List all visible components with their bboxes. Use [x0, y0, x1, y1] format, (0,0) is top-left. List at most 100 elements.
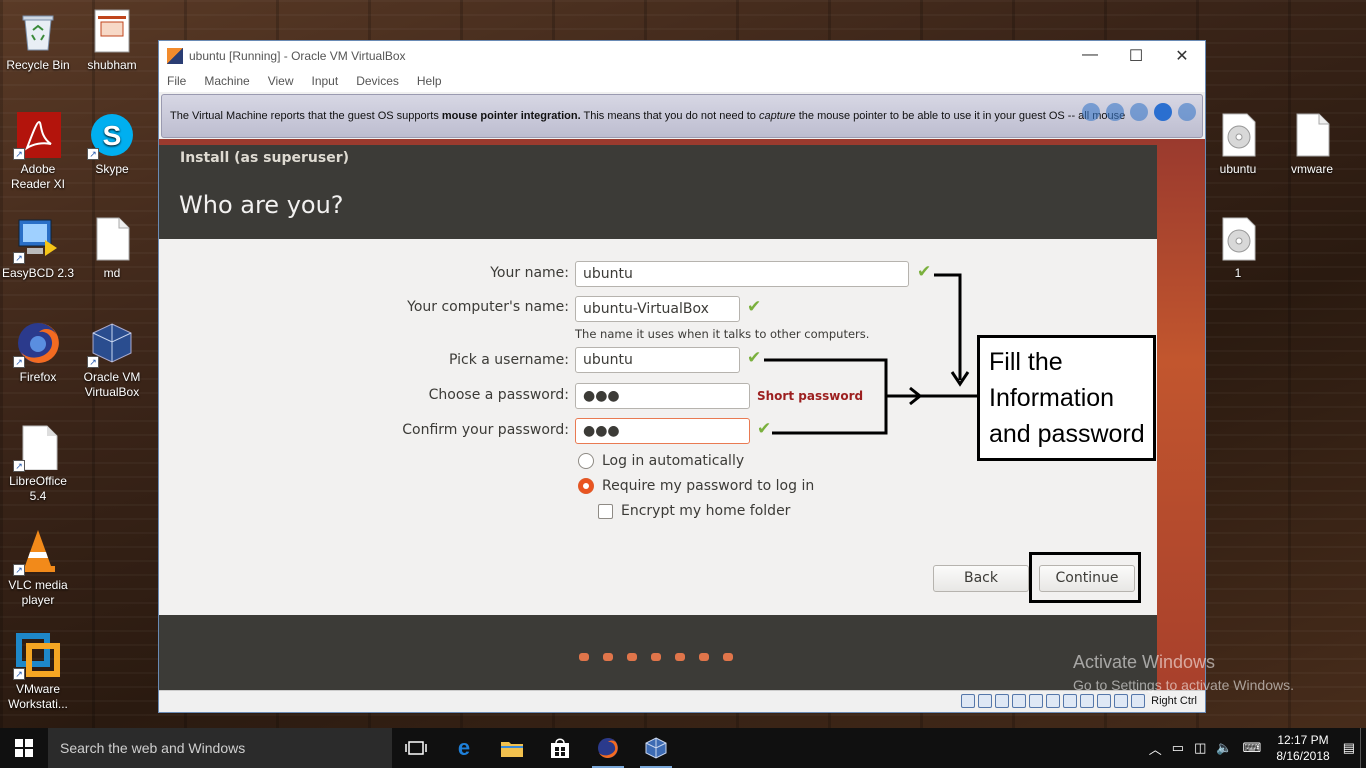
- your-name-label: Your name:: [490, 265, 569, 281]
- search-box[interactable]: Search the web and Windows: [48, 728, 392, 768]
- shortcut-arrow-icon: ↗: [13, 148, 25, 160]
- activate-windows-watermark: Activate Windows Go to Settings to activ…: [1073, 652, 1294, 693]
- task-view-button[interactable]: [392, 728, 440, 768]
- login-auto-radio[interactable]: [578, 453, 594, 469]
- network-icon[interactable]: ◫: [1194, 740, 1206, 756]
- window-titlebar[interactable]: ubuntu [Running] - Oracle VM VirtualBox …: [159, 41, 1205, 70]
- store-icon: [551, 738, 569, 758]
- encrypt-home-option[interactable]: Encrypt my home folder: [598, 503, 790, 519]
- encrypt-home-checkbox[interactable]: [598, 503, 613, 519]
- shared-folders-icon[interactable]: [1046, 694, 1061, 708]
- progress-dots: [579, 653, 733, 661]
- show-hidden-icons-icon[interactable]: ︿: [1149, 739, 1162, 758]
- back-button[interactable]: Back: [933, 565, 1029, 592]
- start-button[interactable]: [0, 728, 48, 768]
- menu-help[interactable]: Help: [417, 74, 442, 88]
- hard-disk-icon[interactable]: [961, 694, 976, 708]
- shortcut-arrow-icon: ↗: [13, 564, 25, 576]
- battery-icon[interactable]: ▭: [1172, 740, 1184, 756]
- shortcut-arrow-icon: ↗: [13, 252, 25, 264]
- shortcut-arrow-icon: ↗: [87, 356, 99, 368]
- annotation-line2: Information: [989, 384, 1115, 412]
- menu-devices[interactable]: Devices: [356, 74, 399, 88]
- desktop-icon-virtualbox[interactable]: ↗ Oracle VM VirtualBox: [75, 320, 149, 400]
- menu-machine[interactable]: Machine: [204, 74, 249, 88]
- progress-dot: [723, 653, 733, 661]
- desktop-icon-vmware[interactable]: ↗ VMware Workstati...: [1, 632, 75, 712]
- taskbar-firefox[interactable]: [584, 728, 632, 768]
- username-field[interactable]: ubuntu: [575, 347, 740, 373]
- desktop-icon-easybcd[interactable]: ↗ EasyBCD 2.3: [1, 216, 75, 281]
- login-auto-option[interactable]: Log in automatically: [578, 453, 744, 469]
- notifications-icon[interactable]: ▤: [1343, 740, 1355, 756]
- menu-view[interactable]: View: [268, 74, 294, 88]
- desktop-icon-recycle-bin[interactable]: Recycle Bin: [1, 8, 75, 73]
- volume-icon[interactable]: 🔈: [1216, 740, 1232, 756]
- audio-icon[interactable]: [995, 694, 1010, 708]
- usb-icon[interactable]: [1029, 694, 1044, 708]
- menu-file[interactable]: File: [167, 74, 186, 88]
- installer-header: Install (as superuser) Who are you?: [159, 145, 1157, 239]
- require-password-option[interactable]: Require my password to log in: [578, 478, 814, 494]
- desktop-icon-shubham[interactable]: shubham: [75, 8, 149, 73]
- libreoffice-icon: ↗: [13, 424, 61, 472]
- mouse-integration-icon[interactable]: [1114, 694, 1129, 708]
- desktop-icon-skype[interactable]: S ↗ Skype: [75, 112, 149, 177]
- mute-notice-icon[interactable]: [1178, 103, 1196, 121]
- network-icon[interactable]: [1012, 694, 1027, 708]
- desktop-icon-ubuntu-iso[interactable]: ubuntu: [1201, 112, 1275, 177]
- installer-footer: [159, 615, 1157, 692]
- annotation-line1: Fill the: [989, 348, 1063, 376]
- optical-drive-icon[interactable]: [978, 694, 993, 708]
- installer-window-title: Install (as superuser): [180, 150, 349, 166]
- video-capture-icon[interactable]: [1080, 694, 1095, 708]
- username-label: Pick a username:: [448, 352, 569, 368]
- desktop-icon-firefox[interactable]: ↗ Firefox: [1, 320, 75, 385]
- shortcut-arrow-icon: ↗: [13, 356, 25, 368]
- desktop-icon-vmware-file[interactable]: vmware: [1275, 112, 1349, 177]
- desktop-icon-label: ubuntu: [1219, 162, 1257, 176]
- progress-dot: [627, 653, 637, 661]
- window-title: ubuntu [Running] - Oracle VM VirtualBox: [189, 48, 406, 63]
- host-key-arrow-icon[interactable]: [1131, 694, 1146, 708]
- taskbar-edge[interactable]: e: [440, 728, 488, 768]
- login-auto-label: Log in automatically: [602, 453, 745, 469]
- desktop-icon-1[interactable]: 1: [1201, 216, 1275, 281]
- confirm-password-field[interactable]: ●●●: [575, 418, 750, 444]
- close-button[interactable]: ✕: [1159, 46, 1205, 66]
- encrypt-home-label: Encrypt my home folder: [621, 503, 791, 519]
- taskbar-store[interactable]: [536, 728, 584, 768]
- host-key-label: Right Ctrl: [1151, 695, 1197, 707]
- computer-valid-check-icon: ✔: [747, 297, 762, 317]
- easybcd-icon: ↗: [13, 216, 61, 264]
- show-desktop-button[interactable]: [1360, 728, 1366, 768]
- taskbar-file-explorer[interactable]: [488, 728, 536, 768]
- notice-close-icon[interactable]: [1154, 103, 1172, 121]
- desktop-icon-adobe-reader[interactable]: ↗ Adobe Reader XI: [1, 112, 75, 192]
- name-valid-check-icon: ✔: [917, 262, 932, 282]
- desktop-icon-libreoffice[interactable]: ↗ LibreOffice 5.4: [1, 424, 75, 504]
- minimize-button[interactable]: —: [1067, 46, 1113, 66]
- cpu-icon[interactable]: [1097, 694, 1112, 708]
- desktop-icon-md[interactable]: md: [75, 216, 149, 281]
- shortcut-arrow-icon: ↗: [13, 460, 25, 472]
- taskbar-virtualbox[interactable]: [632, 728, 680, 768]
- firefox-icon: ↗: [13, 320, 61, 368]
- language-icon[interactable]: ⌨: [1243, 740, 1262, 756]
- progress-dot: [651, 653, 661, 661]
- recycle-bin-icon: [15, 8, 61, 54]
- username-valid-check-icon: ✔: [747, 348, 762, 368]
- desktop-icon-label: VMware Workstati...: [8, 682, 68, 711]
- clock-time: 12:17 PM: [1277, 733, 1329, 747]
- display-icon[interactable]: [1063, 694, 1078, 708]
- require-password-radio[interactable]: [578, 478, 594, 494]
- desktop-icon-vlc[interactable]: ↗ VLC media player: [1, 528, 75, 608]
- desktop-icon-label: VLC media player: [8, 578, 68, 607]
- computer-name-field[interactable]: ubuntu-VirtualBox: [575, 296, 740, 322]
- clock[interactable]: 12:17 PM 8/16/2018: [1276, 732, 1329, 764]
- password-field[interactable]: ●●●: [575, 383, 750, 409]
- your-name-field[interactable]: ubuntu: [575, 261, 909, 287]
- menu-input[interactable]: Input: [312, 74, 339, 88]
- maximize-button[interactable]: ☐: [1113, 46, 1159, 66]
- task-view-icon: [405, 741, 427, 755]
